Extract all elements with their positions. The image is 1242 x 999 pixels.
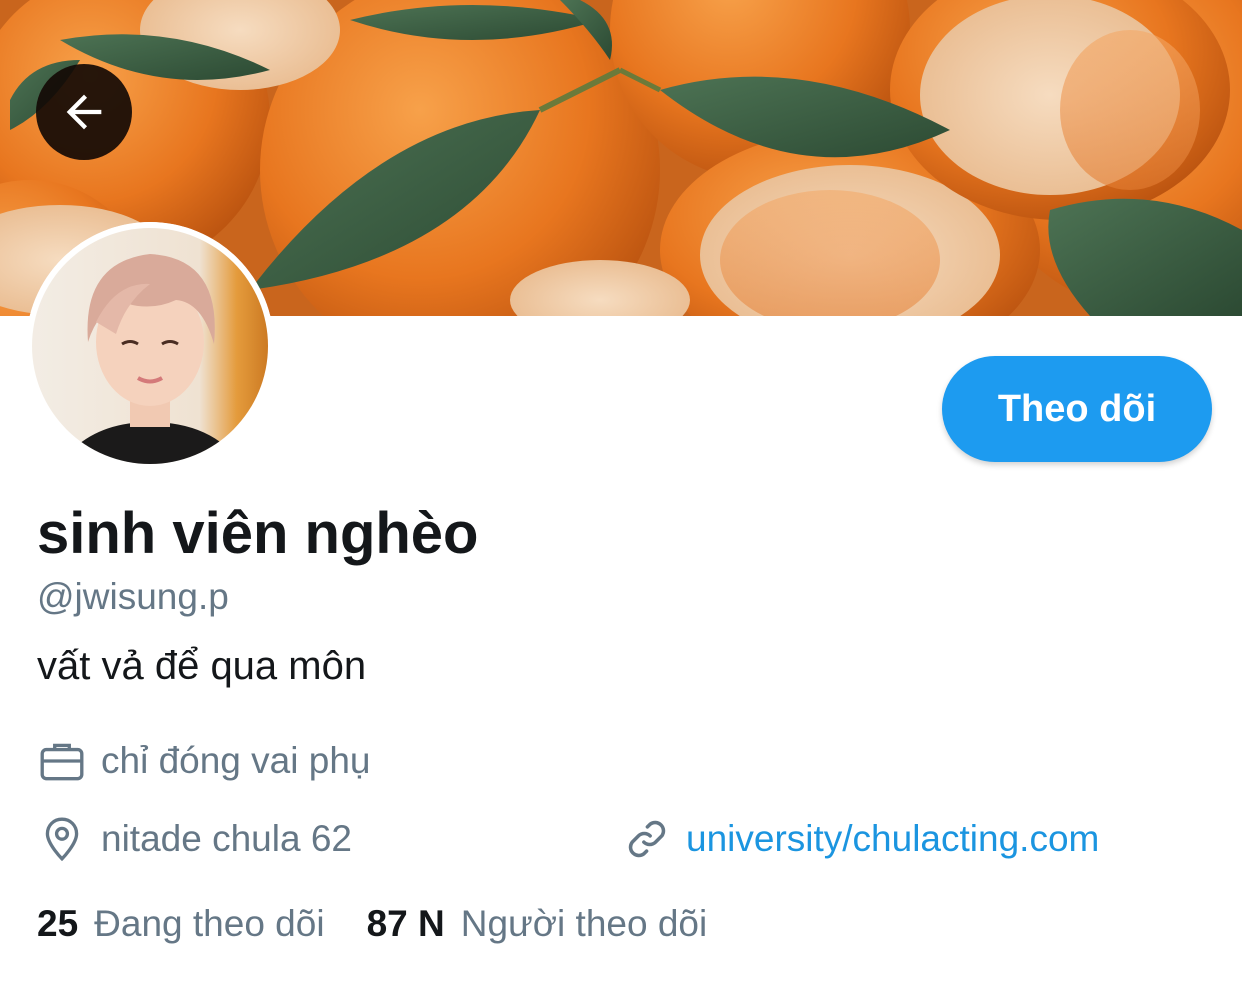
avatar-image (26, 222, 274, 470)
job-label: chỉ đóng vai phụ (101, 740, 371, 781)
bio: vất vả để qua môn (37, 644, 367, 688)
back-button[interactable] (36, 64, 132, 160)
briefcase-icon (37, 736, 87, 786)
following-count: 25 (37, 903, 79, 944)
location-label: nitade chula 62 (101, 818, 352, 859)
followers-stat[interactable]: 87 N Người theo dõi (367, 903, 708, 945)
location-pin-icon (37, 814, 87, 864)
following-stat[interactable]: 25 Đang theo dõi (37, 903, 325, 945)
display-name: sinh viên nghèo (37, 501, 479, 566)
link-icon (622, 814, 672, 864)
website-row[interactable]: university/chulacting.com (622, 814, 1099, 864)
followers-label: Người theo dõi (460, 903, 708, 944)
arrow-left-icon (66, 94, 102, 130)
avatar[interactable] (26, 222, 274, 470)
follow-stats: 25 Đang theo dõi 87 N Người theo dõi (37, 903, 707, 945)
location-row: nitade chula 62 (37, 814, 352, 864)
follow-button[interactable]: Theo dõi (942, 356, 1212, 462)
website-link[interactable]: university/chulacting.com (686, 818, 1099, 860)
following-label: Đang theo dõi (94, 903, 325, 944)
job-row: chỉ đóng vai phụ (37, 736, 370, 786)
profile-page: Theo dõi sinh viên nghèo @jwisung.p vất … (0, 0, 1242, 999)
handle: @jwisung.p (37, 576, 229, 617)
followers-count: 87 N (366, 903, 445, 944)
